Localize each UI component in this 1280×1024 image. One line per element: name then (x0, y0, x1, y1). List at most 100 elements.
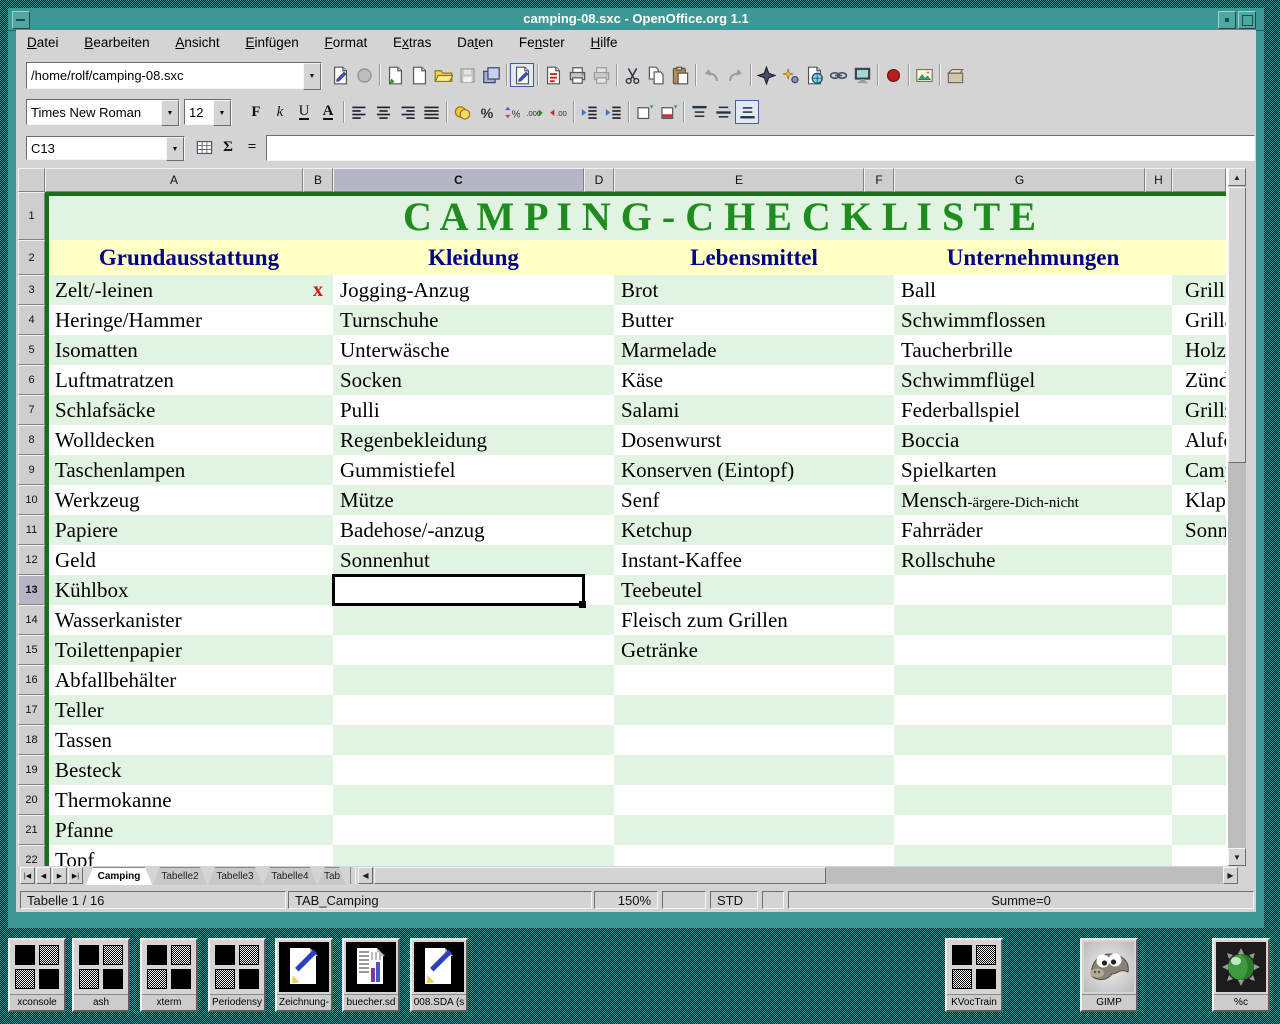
formula-icon[interactable]: = (240, 135, 264, 159)
font-name-dropdown-button[interactable]: ▼ (161, 100, 179, 126)
cell-text[interactable]: Boccia (901, 426, 1145, 455)
cell-text[interactable]: Socken (340, 366, 582, 395)
cell-text[interactable]: Alufoli (1185, 426, 1226, 455)
row-header-6[interactable]: 6 (18, 365, 45, 395)
cell-text[interactable]: Mütze (340, 486, 582, 515)
module-box-icon[interactable] (943, 63, 967, 87)
cell-band[interactable] (614, 755, 894, 785)
record-changes-icon[interactable] (881, 63, 905, 87)
cell-text[interactable]: Sonnen (1185, 516, 1226, 545)
cell-text[interactable]: Holzkoh (1185, 336, 1226, 365)
cell-cursor-fill-handle[interactable] (579, 601, 586, 608)
taskbar-icon-periodensy[interactable]: Periodensy (208, 938, 266, 1012)
cell-band[interactable] (614, 845, 894, 866)
virtual-screen-icon[interactable] (850, 63, 874, 87)
cell-band[interactable] (333, 755, 614, 785)
number-standard-icon[interactable]: % (498, 100, 522, 124)
valign-bottom-icon[interactable] (735, 100, 759, 124)
cell-band[interactable] (894, 695, 1172, 725)
row-header-13[interactable]: 13 (18, 575, 45, 605)
cell-text[interactable]: Mensch-ärgere-Dich-nicht (901, 486, 1145, 515)
edit-file-icon[interactable] (328, 63, 352, 87)
cell-text[interactable]: Campin (1185, 456, 1226, 485)
cell-text[interactable]: Sonnenhut (340, 546, 582, 575)
print-file-icon[interactable] (565, 63, 589, 87)
cell-text[interactable]: Schlafsäcke (55, 396, 301, 425)
cell-text[interactable]: Salami (621, 396, 862, 425)
cell-text[interactable]: Marmelade (621, 336, 862, 365)
cell-cursor[interactable] (332, 574, 585, 606)
spreadsheet-grid[interactable]: ABCDEFGH12345678910111213141516171819202… (18, 168, 1228, 866)
cell-band[interactable] (333, 785, 614, 815)
cell-band[interactable] (614, 725, 894, 755)
decrease-indent-icon[interactable] (577, 100, 601, 124)
cell-text[interactable]: Werkzeug (55, 486, 301, 515)
copy-icon[interactable] (644, 63, 668, 87)
navigator-icon[interactable] (754, 63, 778, 87)
font-size-select[interactable]: 12 ▼ (184, 99, 232, 125)
cell-text[interactable]: Thermokanne (55, 786, 301, 815)
row-header-12[interactable]: 12 (18, 545, 45, 575)
cell-band[interactable] (614, 695, 894, 725)
cell-text[interactable]: Gummistiefel (340, 456, 582, 485)
horizontal-scroll-thumb[interactable] (374, 867, 826, 884)
sheet-tab-camping[interactable]: Camping (86, 867, 152, 885)
row-header-2[interactable]: 2 (18, 240, 45, 275)
cell-text[interactable]: Isomatten (55, 336, 301, 365)
cell-band[interactable] (1172, 605, 1226, 635)
vertical-scroll-thumb[interactable] (1228, 187, 1246, 463)
sheet-tab-tabelle3[interactable]: Tabelle3 (208, 867, 262, 885)
grid-corner-box[interactable] (18, 168, 45, 192)
cell-band[interactable] (894, 635, 1172, 665)
sheet-tab-tabelle4[interactable]: Tabelle4 (263, 867, 317, 885)
cell-text[interactable]: Pulli (340, 396, 582, 425)
row-header-3[interactable]: 3 (18, 275, 45, 305)
cell-text[interactable]: Schwimmflügel (901, 366, 1145, 395)
row-header-22[interactable]: 22 (18, 845, 45, 866)
web-document-icon[interactable] (802, 63, 826, 87)
url-field[interactable]: /home/rolf/camping-08.sxc ▼ (26, 62, 322, 89)
underline-icon[interactable]: U (292, 100, 316, 124)
new-from-template-icon[interactable] (383, 63, 407, 87)
cell-text[interactable]: Grillzan (1185, 396, 1226, 425)
add-decimal-icon[interactable]: .000 (522, 100, 546, 124)
cell-text[interactable]: Ketchup (621, 516, 862, 545)
background-color-icon[interactable] (656, 100, 680, 124)
cell-band[interactable] (894, 665, 1172, 695)
next-sheet-button[interactable]: ▶ (52, 867, 67, 884)
save-all-icon[interactable] (479, 63, 503, 87)
row-header-11[interactable]: 11 (18, 515, 45, 545)
column-header-B[interactable]: B (303, 168, 333, 192)
status-mode[interactable]: STD (710, 891, 758, 909)
cell-text[interactable]: Kühlbox (55, 576, 301, 605)
window-iconify-button[interactable] (1218, 11, 1236, 29)
column-header-G[interactable]: G (894, 168, 1145, 192)
taskbar-icon--c[interactable]: %c (1212, 938, 1270, 1012)
menu-hilfe[interactable]: Hilfe (579, 30, 628, 50)
align-right-icon[interactable] (395, 100, 419, 124)
row-header-10[interactable]: 10 (18, 485, 45, 515)
cell-text[interactable]: Turnschuhe (340, 306, 582, 335)
cell-band[interactable] (333, 845, 614, 866)
cell-text[interactable]: Spielkarten (901, 456, 1145, 485)
cell-band[interactable] (894, 845, 1172, 866)
cell-text[interactable]: Toilettenpapier (55, 636, 301, 665)
cell-band[interactable] (1172, 635, 1226, 665)
cell-text[interactable]: Besteck (55, 756, 301, 785)
bold-icon[interactable]: F (244, 100, 268, 124)
cell-band[interactable] (1172, 815, 1226, 845)
function-wizard-icon[interactable] (192, 135, 216, 159)
cell-text[interactable]: Taucherbrille (901, 336, 1145, 365)
column-header-H[interactable]: H (1145, 168, 1172, 192)
scroll-right-button[interactable]: ▶ (1223, 867, 1238, 884)
menu-bearbeiten[interactable]: Bearbeiten (73, 30, 160, 50)
previous-sheet-button[interactable]: ◀ (36, 867, 51, 884)
formula-input-line[interactable] (266, 135, 1255, 161)
row-header-7[interactable]: 7 (18, 395, 45, 425)
cell-text[interactable]: Luftmatratzen (55, 366, 301, 395)
stop-loading-icon[interactable] (352, 63, 376, 87)
cell-band[interactable] (1172, 785, 1226, 815)
cell-band[interactable] (1172, 755, 1226, 785)
titlebar[interactable]: camping-08.sxc - OpenOffice.org 1.1 (8, 8, 1264, 31)
sheet-tab-clipped[interactable]: Tab (318, 867, 346, 885)
